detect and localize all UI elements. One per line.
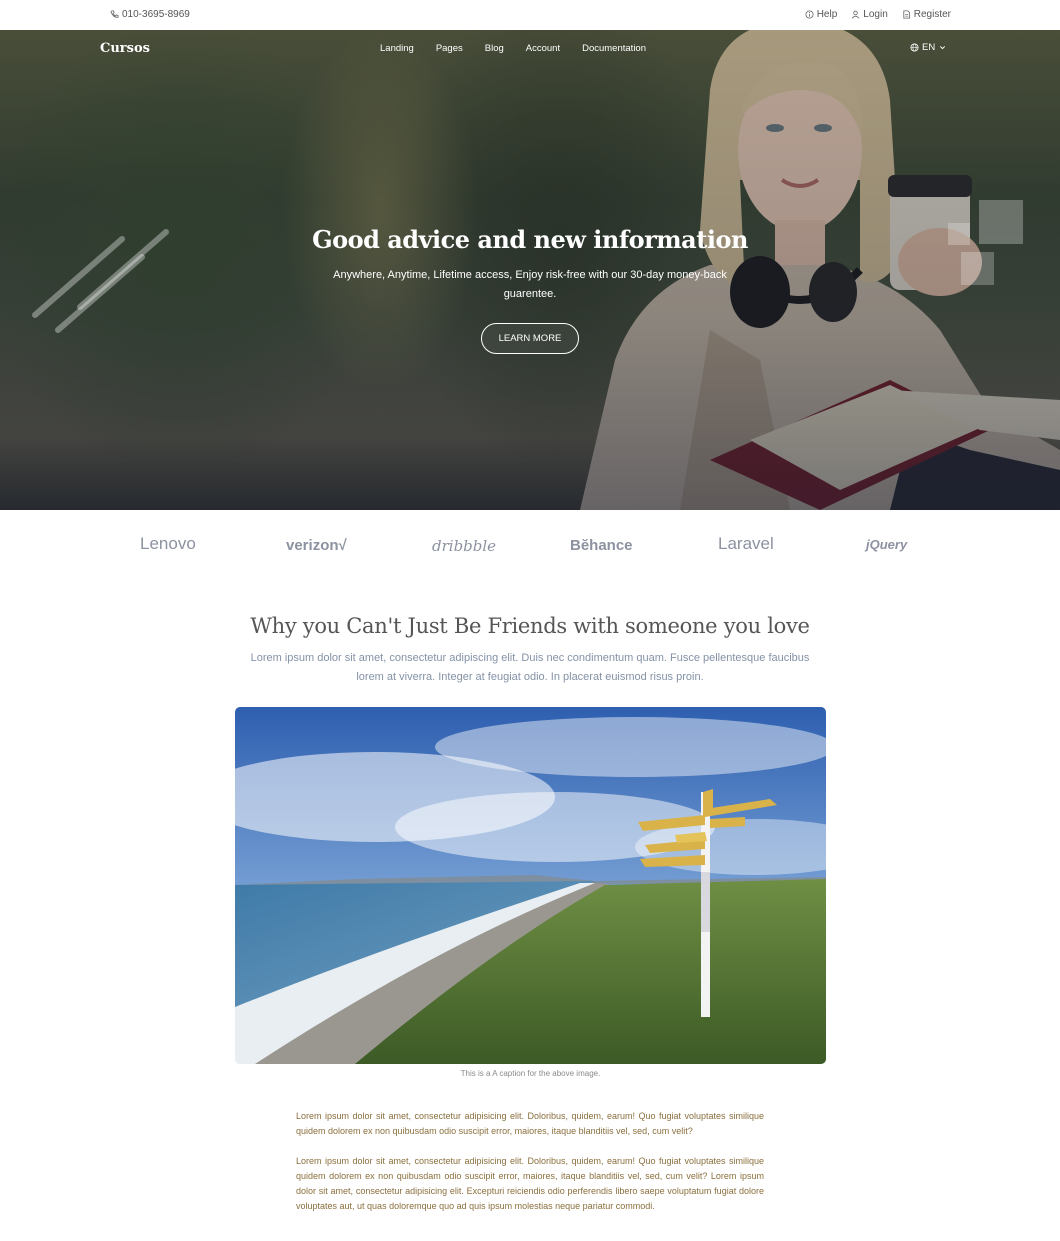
nav-menu: Landing Pages Blog Account Documentation — [380, 43, 646, 54]
image-caption: This is a A caption for the above image. — [460, 1069, 601, 1078]
landscape-illustration — [235, 707, 826, 1064]
nav-item-pages[interactable]: Pages — [436, 43, 463, 54]
login-link[interactable]: Login — [851, 9, 888, 20]
nav-item-account[interactable]: Account — [526, 43, 560, 54]
login-label: Login — [863, 9, 888, 20]
hero-subtitle: Anywhere, Anytime, Lifetime access, Enjo… — [333, 269, 727, 300]
section-title: Why you Can't Just Be Friends with someo… — [250, 614, 810, 638]
hero-title: Good advice and new information — [312, 225, 748, 254]
main-navbar: Cursos Landing Pages Blog Account Docume… — [0, 30, 1060, 68]
globe-icon — [910, 43, 919, 52]
top-links: Help Login Register — [805, 9, 951, 20]
logo-dribbble: dribbble — [432, 537, 497, 555]
section-subtitle: Lorem ipsum dolor sit amet, consectetur … — [250, 652, 810, 683]
language-label: EN — [922, 42, 936, 53]
nav-item-landing[interactable]: Landing — [380, 43, 414, 54]
language-selector[interactable]: EN — [910, 42, 947, 53]
chevron-down-icon — [940, 46, 946, 50]
nav-item-blog[interactable]: Blog — [485, 43, 504, 54]
nav-item-documentation[interactable]: Documentation — [582, 43, 646, 54]
hero-section: Cursos Landing Pages Blog Account Docume… — [0, 30, 1060, 510]
info-icon — [805, 10, 814, 19]
brand-logo[interactable]: Cursos — [100, 41, 150, 56]
user-icon — [852, 10, 860, 19]
logo-jquery: jQuery — [866, 537, 908, 552]
paragraph-2: Lorem ipsum dolor sit amet, consectetur … — [296, 1156, 764, 1211]
help-label: Help — [816, 9, 838, 20]
landscape-photo — [235, 707, 826, 1064]
phone-contact[interactable]: 010-3695-8969 — [110, 9, 190, 20]
logo-lenovo: Lenovo — [140, 534, 196, 553]
logo-behance: Bĕhance — [570, 537, 633, 554]
partner-logos: Lenovo verizon√ dribbble Bĕhance Laravel… — [0, 510, 1060, 580]
decorative-lines — [32, 229, 169, 333]
help-link[interactable]: Help — [805, 9, 838, 20]
top-bar: 010-3695-8969 Help Login Register — [0, 0, 1060, 30]
phone-number: 010-3695-8969 — [122, 9, 190, 20]
logo-verizon: verizon√ — [286, 537, 347, 554]
register-label: Register — [913, 9, 951, 20]
logo-laravel: Laravel — [718, 534, 774, 553]
document-icon — [903, 10, 910, 19]
register-link[interactable]: Register — [902, 9, 951, 20]
phone-icon — [110, 10, 119, 18]
paragraph-1: Lorem ipsum dolor sit amet, consectetur … — [296, 1111, 764, 1136]
learn-more-button[interactable]: LEARN MORE — [481, 323, 579, 354]
decorative-squares — [948, 200, 1023, 285]
